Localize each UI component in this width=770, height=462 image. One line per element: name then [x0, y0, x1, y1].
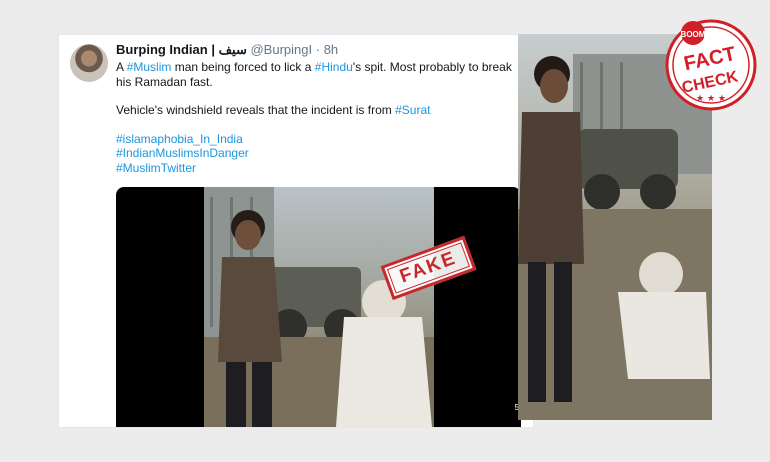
text-segment: A [116, 60, 127, 74]
text-segment: man being forced to lick a [171, 60, 315, 74]
hashtag-muslim-twitter[interactable]: #MuslimTwitter [116, 161, 196, 175]
avatar[interactable] [70, 44, 108, 82]
author-name[interactable]: Burping Indian | سيف [116, 42, 247, 57]
hashtag-surat[interactable]: #Surat [395, 103, 430, 117]
hashtag-indian-muslims[interactable]: #IndianMuslimsInDanger [116, 146, 249, 160]
text-segment: Vehicle's windshield reveals that the in… [116, 103, 396, 117]
hashtag-muslim[interactable]: #Muslim [127, 60, 172, 74]
tweet-header: Burping Indian | سيف @BurpingI · 8h [116, 42, 338, 58]
svg-text:★ ★ ★: ★ ★ ★ [696, 94, 726, 104]
tweet-line-2: Vehicle's windshield reveals that the in… [116, 103, 528, 118]
video-scene-illustration [204, 187, 434, 427]
tweet-text: A #Muslim man being forced to lick a #Hi… [116, 60, 528, 175]
boom-fact-check-logo: BOOM FACT CHECK ★ ★ ★ [663, 17, 759, 113]
hashtag-hindu[interactable]: #Hindu [315, 60, 353, 74]
svg-text:BOOM: BOOM [681, 30, 706, 39]
tweet-line-1: A #Muslim man being forced to lick a #Hi… [116, 60, 528, 89]
video-frame [204, 187, 434, 427]
hashtag-line: #islamaphobia_In_India [116, 132, 528, 147]
header-separator: · [315, 42, 321, 57]
hashtag-line: #MuslimTwitter [116, 161, 528, 176]
hashtag-islamaphobia[interactable]: #islamaphobia_In_India [116, 132, 243, 146]
tweet-video[interactable]: 5 [116, 187, 521, 427]
tweet-time[interactable]: 8h [324, 42, 338, 57]
author-handle[interactable]: @BurpingI [250, 42, 312, 57]
tweet-card: Burping Indian | سيف @BurpingI · 8h A #M… [58, 34, 534, 428]
hashtag-line: #IndianMuslimsInDanger [116, 146, 528, 161]
